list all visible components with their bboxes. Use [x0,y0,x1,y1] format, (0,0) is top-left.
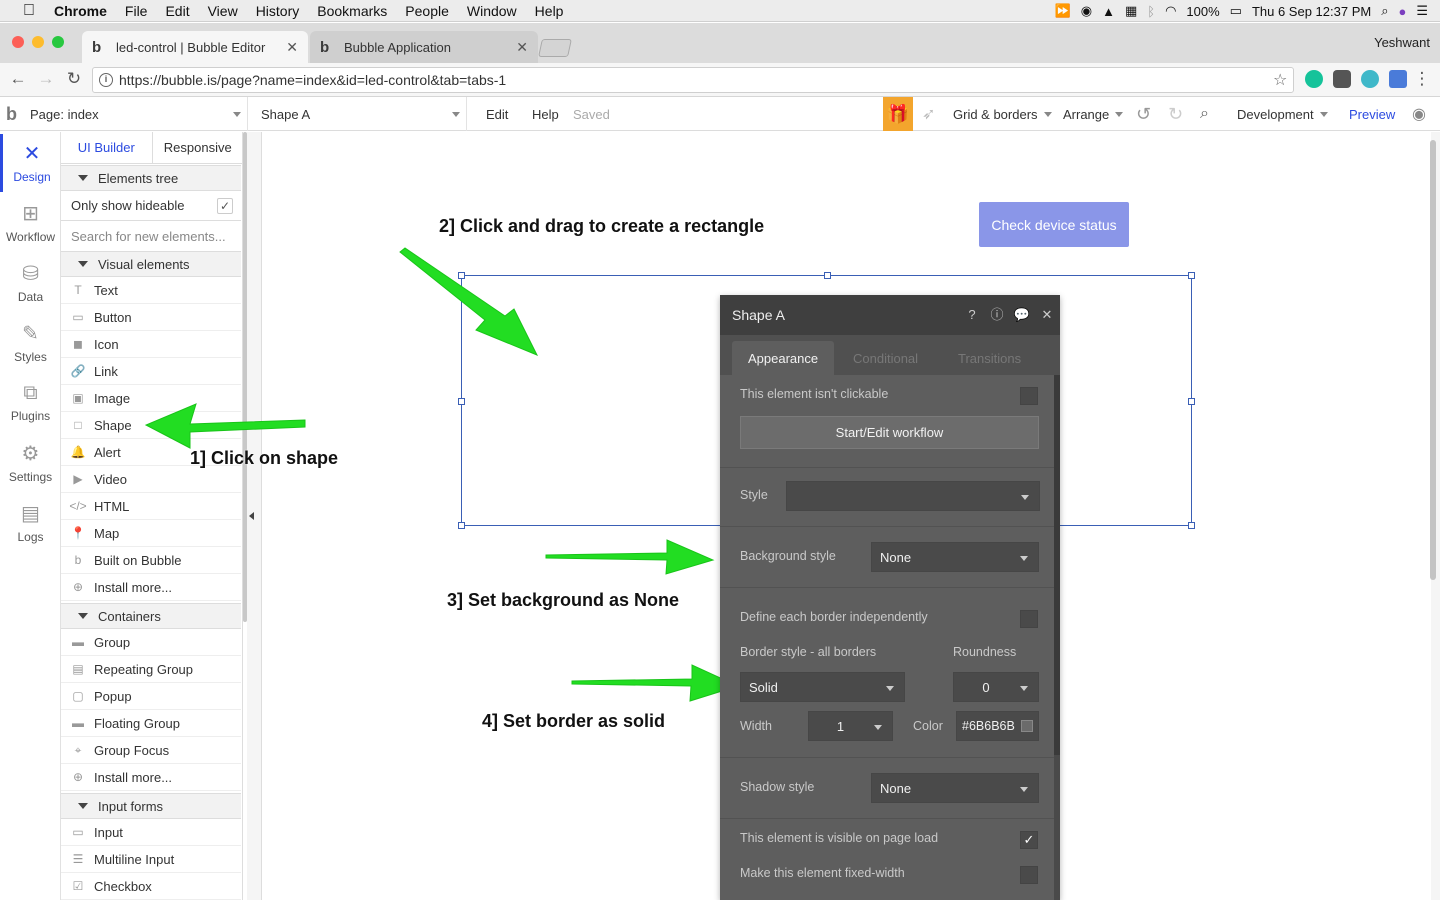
not-clickable-checkbox[interactable] [1020,387,1038,405]
define-borders-label: Define each border independently [740,610,928,624]
start-edit-workflow-button[interactable]: Start/Edit workflow [740,416,1039,449]
divider [720,467,1054,468]
chevron-down-icon [874,725,882,730]
roundness-label: Roundness [953,645,1017,659]
property-editor: Shape A ? ⓘ 💬 ✕ Appearance Conditional T… [720,295,1060,900]
annotation-2: 2] Click and drag to create a rectangle [439,216,765,236]
fixed-width-label: Make this element fixed-width [740,866,905,880]
width-input[interactable]: 1 [808,711,893,741]
color-input[interactable]: #6B6B6B [956,711,1039,741]
info-icon[interactable]: ⓘ [988,306,1006,324]
close-icon[interactable]: ✕ [1038,306,1056,324]
not-clickable-label: This element isn't clickable [740,387,889,401]
chevron-down-icon [1021,495,1029,500]
help-icon[interactable]: ? [963,306,981,324]
divider [720,818,1054,819]
property-editor-header[interactable]: Shape A ? ⓘ 💬 ✕ [720,295,1060,335]
width-label: Width [740,719,772,733]
divider [720,526,1054,527]
color-swatch[interactable] [1021,720,1033,732]
arrow-to-background [545,539,715,575]
chevron-down-icon [1020,787,1028,792]
visible-on-load-label: This element is visible on page load [740,831,939,845]
color-label: Color [913,719,943,733]
visible-on-load-checkbox[interactable]: ✓ [1020,831,1038,849]
divider [720,757,1054,758]
shadow-style-value: None [880,780,912,796]
style-dropdown[interactable] [786,481,1040,511]
tab-appearance[interactable]: Appearance [732,341,835,375]
shadow-style-dropdown[interactable]: None [871,773,1039,803]
arrow-to-border [571,664,740,702]
border-style-dropdown[interactable]: Solid [740,672,905,702]
arrow-to-shape [144,403,306,449]
style-label: Style [740,488,768,502]
property-editor-title: Shape A [732,307,785,323]
border-style-label: Border style - all borders [740,645,877,659]
tab-conditional[interactable]: Conditional [837,341,934,375]
color-value: #6B6B6B [962,719,1015,733]
background-style-dropdown[interactable]: None [871,542,1039,572]
shadow-style-label: Shadow style [740,780,815,794]
roundness-input[interactable]: 0 [953,672,1039,702]
annotation-4: 4] Set border as solid [482,711,666,731]
arrow-to-rectangle [399,247,539,356]
background-style-value: None [880,549,912,565]
annotation-1: 1] Click on shape [190,448,339,468]
chevron-down-icon [886,686,894,691]
chevron-down-icon [1020,686,1028,691]
background-style-label: Background style [740,549,836,563]
border-style-value: Solid [749,679,778,695]
comment-icon[interactable]: 💬 [1013,306,1031,324]
fixed-width-checkbox[interactable] [1020,866,1038,884]
tab-transitions[interactable]: Transitions [942,341,1037,375]
roundness-value: 0 [982,679,990,695]
property-editor-tabs: Appearance Conditional Transitions [720,335,1060,375]
property-editor-scrollbar[interactable] [1054,375,1060,900]
width-value: 1 [836,718,845,734]
annotation-3: 3] Set background as None [447,590,680,610]
divider [720,587,1054,588]
chevron-down-icon [1020,556,1028,561]
define-borders-checkbox[interactable] [1020,610,1038,628]
